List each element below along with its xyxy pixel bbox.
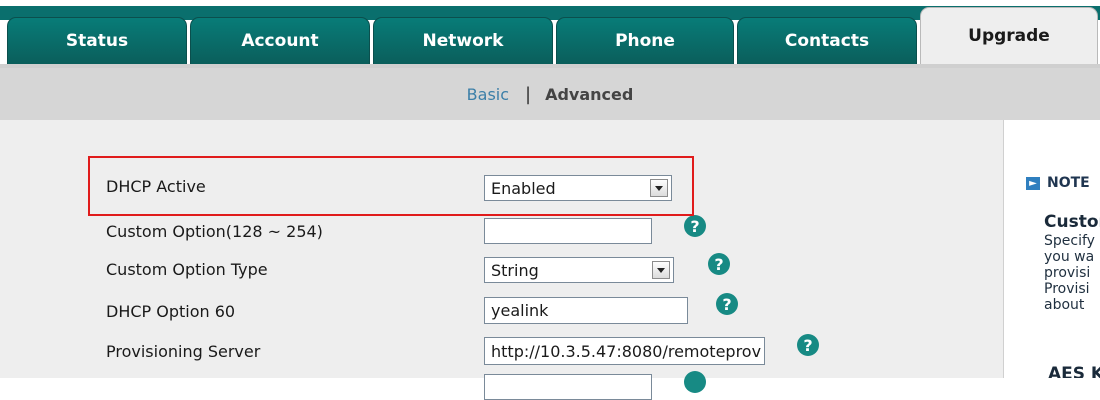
tab-status[interactable]: Status [7,17,187,64]
tab-phone[interactable]: Phone [556,17,734,64]
note-line: Provisi [1044,281,1090,297]
note-header: ► NOTE [1026,175,1090,191]
provisioning-server-label: Provisioning Server [106,342,261,361]
subnav-basic-link[interactable]: Basic [467,85,509,104]
custom-option-type-label: Custom Option Type [106,260,268,279]
note-line: about [1044,297,1085,313]
help-icon[interactable]: ? [716,293,738,315]
help-icon[interactable]: ? [684,215,706,237]
help-icon[interactable] [684,371,706,393]
dhcp-option-60-label: DHCP Option 60 [106,302,236,321]
custom-option-type-select[interactable]: String [484,257,674,283]
note-subtitle-aes: AES K [1048,364,1100,378]
subnav-advanced-link[interactable]: Advanced [545,85,633,104]
tab-network[interactable]: Network [373,17,553,64]
help-icon[interactable]: ? [797,334,819,356]
tab-account[interactable]: Account [190,17,370,64]
sub-navigation: Basic | Advanced [0,68,1100,120]
tab-contacts[interactable]: Contacts [737,17,917,64]
note-line: you wa [1044,249,1095,265]
dhcp-option-60-input[interactable]: yealink [484,297,688,324]
custom-option-input[interactable] [484,218,652,244]
note-panel: ► NOTE Custom Specify you wa provisi Pro… [1003,120,1100,378]
arrow-right-icon: ► [1026,176,1040,190]
note-body: Specify you wa provisi Provisi about [1044,233,1100,313]
custom-option-label: Custom Option(128 ~ 254) [106,222,323,241]
help-icon[interactable]: ? [708,253,730,275]
chevron-down-icon[interactable] [652,261,670,279]
custom-option-type-value: String [491,260,539,280]
provisioning-server-input[interactable]: http://10.3.5.47:8080/remoteprov [484,337,765,365]
note-line: provisi [1044,265,1091,281]
subnav-separator: | [525,83,532,105]
note-subtitle: Custom [1044,212,1100,232]
note-title: NOTE [1047,175,1090,191]
top-tab-bar: Status Account Network Phone Contacts Up… [0,0,1100,68]
tab-upgrade[interactable]: Upgrade [920,7,1098,64]
highlight-box [88,156,694,216]
note-line: Specify [1044,233,1095,249]
